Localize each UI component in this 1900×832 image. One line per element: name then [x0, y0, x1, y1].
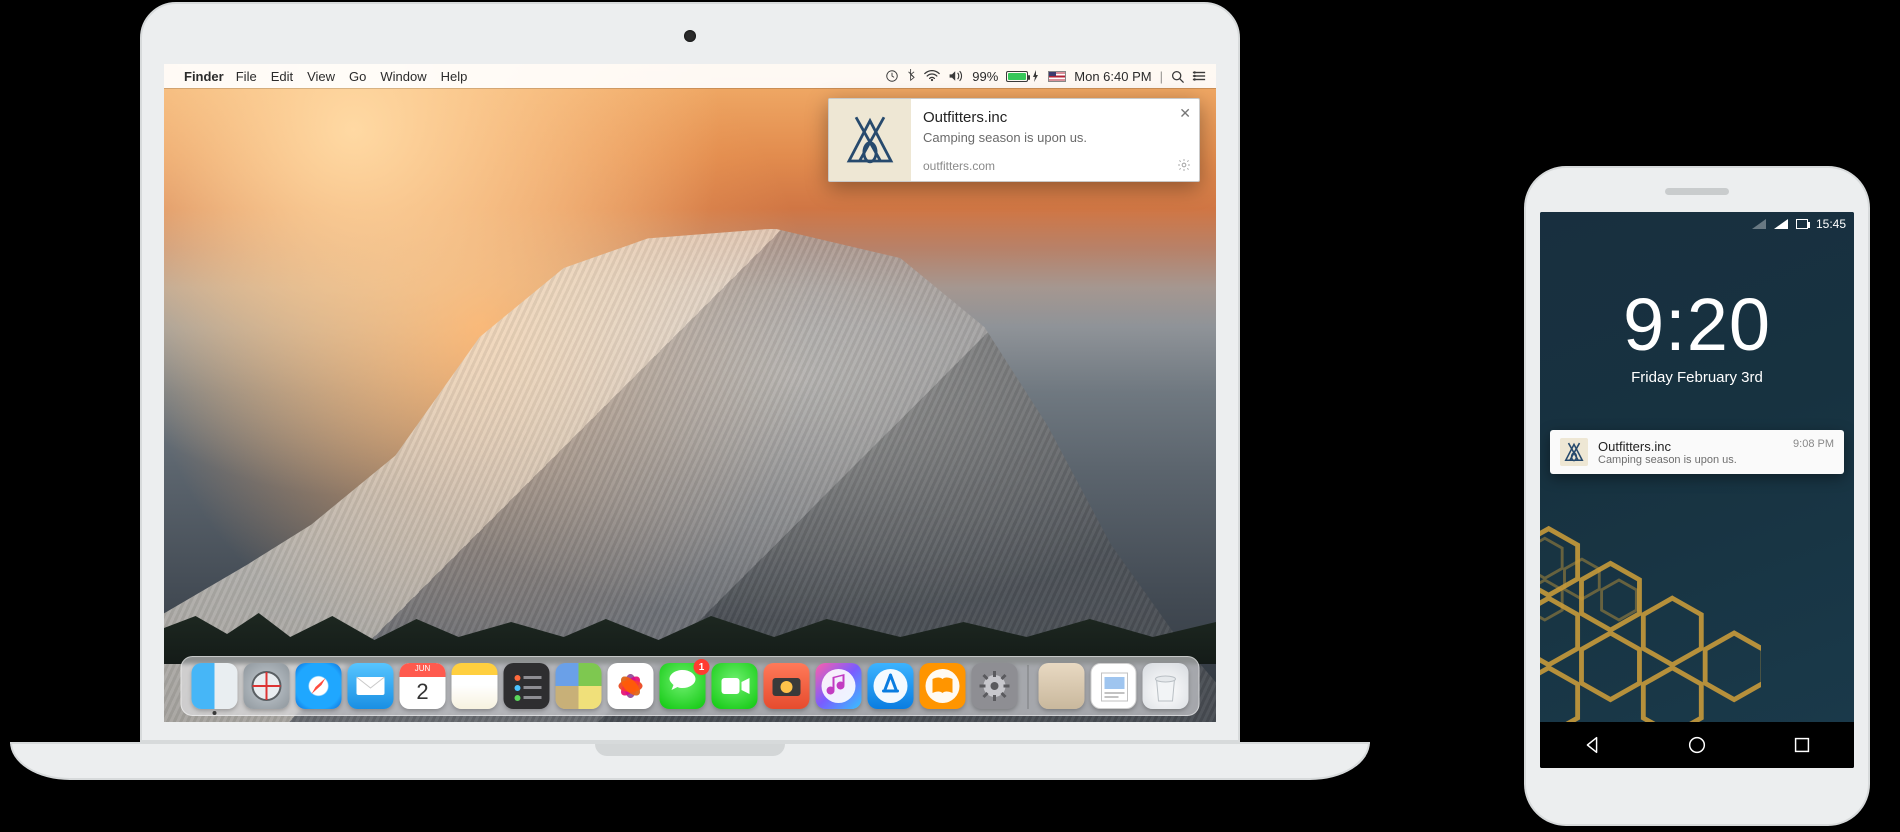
- dock-reminders[interactable]: [504, 663, 550, 709]
- close-icon[interactable]: ✕: [1179, 105, 1191, 122]
- menu-edit[interactable]: Edit: [271, 69, 293, 84]
- dock-mail[interactable]: [348, 663, 394, 709]
- dock-document[interactable]: [1091, 663, 1137, 709]
- lock-time: 9:20: [1540, 282, 1854, 367]
- mac-screen: Finder File Edit View Go Window Help: [164, 64, 1216, 722]
- battery-percent[interactable]: 99%: [972, 69, 998, 84]
- notification-message: Camping season is upon us.: [1598, 454, 1783, 466]
- notification-app-icon: [829, 99, 911, 181]
- notification-title: Outfitters.inc: [923, 109, 1191, 126]
- battery-icon[interactable]: [1006, 70, 1040, 82]
- dock-calendar[interactable]: JUN 2: [400, 663, 446, 709]
- phone-status-bar: 15:45: [1540, 212, 1854, 236]
- notification-body: Outfitters.inc Camping season is upon us…: [1598, 439, 1783, 466]
- dock-facetime[interactable]: [712, 663, 758, 709]
- camera-icon: [684, 30, 696, 42]
- android-nav-bar: [1540, 722, 1854, 768]
- notification-body: Outfitters.inc Camping season is upon us…: [911, 99, 1199, 181]
- laptop-base: [10, 742, 1370, 780]
- lock-date: Friday February 3rd: [1540, 369, 1854, 386]
- menu-go[interactable]: Go: [349, 69, 366, 84]
- calendar-day: 2: [400, 663, 446, 709]
- menubar-divider: |: [1160, 69, 1163, 84]
- phone-notification[interactable]: Outfitters.inc Camping season is upon us…: [1550, 430, 1844, 474]
- laptop-device: Finder File Edit View Go Window Help: [10, 2, 1370, 780]
- menu-window[interactable]: Window: [380, 69, 426, 84]
- menu-view[interactable]: View: [307, 69, 335, 84]
- menu-help[interactable]: Help: [441, 69, 468, 84]
- timemachine-icon[interactable]: [885, 69, 899, 83]
- notification-timestamp: 9:08 PM: [1793, 438, 1834, 450]
- dock-launchpad[interactable]: [244, 663, 290, 709]
- dock-system-preferences[interactable]: [972, 663, 1018, 709]
- notification-center-icon[interactable]: [1192, 70, 1206, 82]
- status-clock: 15:45: [1816, 217, 1846, 231]
- signal-secondary-icon: [1752, 219, 1766, 229]
- lock-screen-clock: 9:20 Friday February 3rd: [1540, 282, 1854, 386]
- notification-message: Camping season is upon us.: [923, 130, 1191, 145]
- spotlight-icon[interactable]: [1171, 70, 1184, 83]
- menu-bar: Finder File Edit View Go Window Help: [164, 64, 1216, 88]
- app-name[interactable]: Finder: [184, 69, 224, 84]
- tent-logo-icon: [1563, 441, 1585, 463]
- menubar-clock[interactable]: Mon 6:40 PM: [1074, 69, 1151, 84]
- laptop-notch: [595, 744, 785, 756]
- dock-separator: [1028, 665, 1029, 709]
- home-icon[interactable]: [1686, 734, 1708, 756]
- tent-logo-icon: [842, 112, 898, 168]
- dock-user-photo[interactable]: [1039, 663, 1085, 709]
- phone-device: 15:45 9:20 Friday February 3rd Outfitter…: [1524, 166, 1870, 826]
- dock-trash[interactable]: [1143, 663, 1189, 709]
- dock-safari[interactable]: [296, 663, 342, 709]
- dock-appstore[interactable]: [868, 663, 914, 709]
- dock-itunes[interactable]: [816, 663, 862, 709]
- overview-icon[interactable]: [1791, 734, 1813, 756]
- input-flag-icon[interactable]: [1048, 71, 1066, 82]
- messages-badge: 1: [694, 659, 710, 675]
- dock: JUN 2 1: [181, 656, 1200, 716]
- phone-speaker-icon: [1665, 188, 1729, 195]
- battery-icon: [1796, 219, 1808, 229]
- signal-icon: [1774, 219, 1788, 229]
- dock-photobooth[interactable]: [764, 663, 810, 709]
- dock-messages[interactable]: 1: [660, 663, 706, 709]
- dock-ibooks[interactable]: [920, 663, 966, 709]
- back-icon[interactable]: [1581, 734, 1603, 756]
- notification-app-icon: [1560, 438, 1588, 466]
- menu-file[interactable]: File: [236, 69, 257, 84]
- phone-screen: 15:45 9:20 Friday February 3rd Outfitter…: [1540, 212, 1854, 768]
- dock-photos[interactable]: [608, 663, 654, 709]
- notification-site: outfitters.com: [923, 159, 1191, 173]
- dock-finder[interactable]: [192, 663, 238, 709]
- bluetooth-icon[interactable]: [907, 69, 916, 83]
- volume-icon[interactable]: [948, 70, 964, 82]
- dock-notes[interactable]: [452, 663, 498, 709]
- wifi-icon[interactable]: [924, 70, 940, 82]
- desktop-notification[interactable]: Outfitters.inc Camping season is upon us…: [828, 98, 1200, 182]
- dock-maps[interactable]: [556, 663, 602, 709]
- notification-title: Outfitters.inc: [1598, 439, 1783, 454]
- laptop-lid: Finder File Edit View Go Window Help: [140, 2, 1240, 742]
- gear-icon[interactable]: [1177, 158, 1191, 175]
